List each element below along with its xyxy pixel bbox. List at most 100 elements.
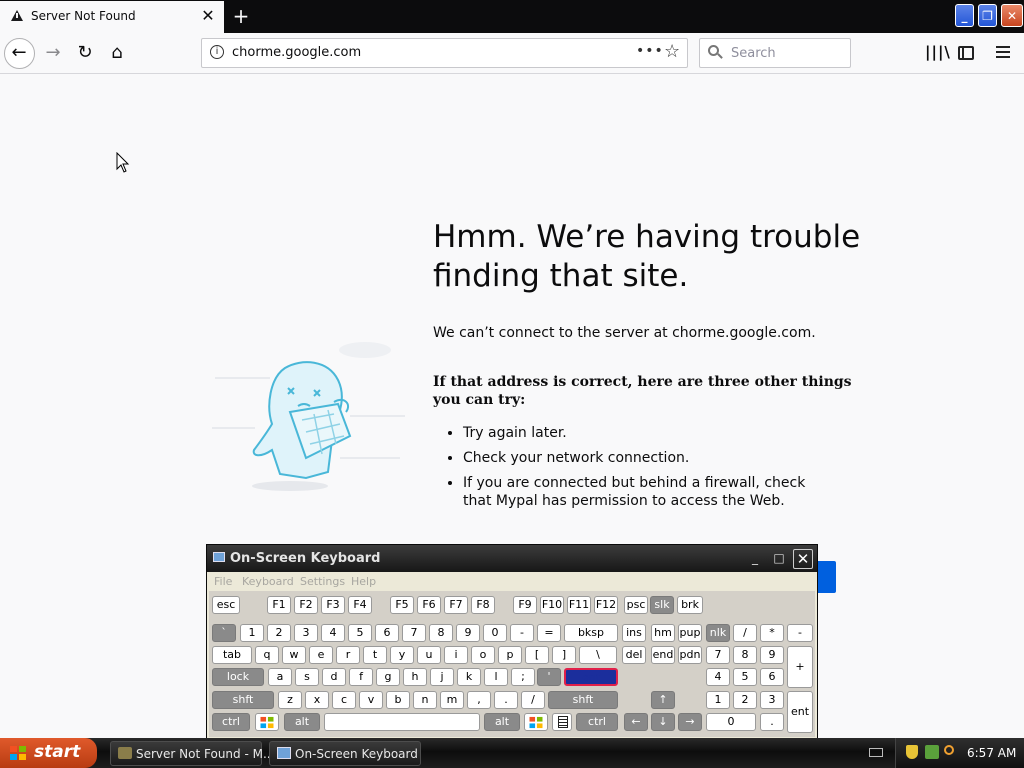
- osk-maximize-button[interactable]: □: [769, 549, 789, 569]
- osk-key-bksp[interactable]: bksp: [564, 624, 618, 642]
- osk-key-f10[interactable]: F10: [540, 596, 564, 614]
- osk-key-symbol[interactable]: =: [537, 624, 561, 642]
- reload-icon[interactable]: ↻: [74, 42, 96, 64]
- osk-key-symbol[interactable]: ': [537, 668, 561, 686]
- osk-minimize-button[interactable]: _: [745, 549, 765, 569]
- osk-key-t[interactable]: t: [363, 646, 387, 664]
- network-icon[interactable]: [925, 745, 939, 759]
- osk-key-p[interactable]: p: [498, 646, 522, 664]
- osk-key-1[interactable]: 1: [706, 691, 730, 709]
- osk-key-lock[interactable]: lock: [212, 668, 264, 686]
- osk-key-alt[interactable]: alt: [284, 713, 320, 731]
- osk-key-l[interactable]: l: [484, 668, 508, 686]
- osk-key-2[interactable]: 2: [267, 624, 291, 642]
- osk-key-4[interactable]: 4: [706, 668, 730, 686]
- osk-key-shft[interactable]: shft: [212, 691, 274, 709]
- osk-key-2[interactable]: 2: [733, 691, 757, 709]
- osk-key-n[interactable]: n: [413, 691, 437, 709]
- osk-key-f1[interactable]: F1: [267, 596, 291, 614]
- osk-menu-file[interactable]: File: [214, 575, 232, 588]
- osk-key-symbol[interactable]: ;: [511, 668, 535, 686]
- osk-key-symbol[interactable]: ↓: [651, 713, 675, 731]
- osk-menu-help[interactable]: Help: [351, 575, 376, 588]
- osk-key-g[interactable]: g: [376, 668, 400, 686]
- osk-menu-keyboard[interactable]: Keyboard: [242, 575, 294, 588]
- osk-key-slk[interactable]: slk: [650, 596, 674, 614]
- library-icon[interactable]: |||\: [925, 43, 950, 61]
- tab-close-icon[interactable]: ✕: [200, 6, 216, 26]
- osk-key-w[interactable]: w: [282, 646, 306, 664]
- osk-key-b[interactable]: b: [386, 691, 410, 709]
- osk-key-symbol[interactable]: `: [212, 624, 236, 642]
- osk-key-psc[interactable]: psc: [624, 596, 648, 614]
- osk-key-i[interactable]: i: [444, 646, 468, 664]
- magnifier-icon[interactable]: [944, 745, 954, 755]
- sidebar-icon[interactable]: [958, 46, 974, 60]
- osk-key-ins[interactable]: ins: [622, 624, 646, 642]
- osk-key-symbol[interactable]: \: [579, 646, 617, 664]
- osk-key-ctrl[interactable]: ctrl: [212, 713, 250, 731]
- osk-key-z[interactable]: z: [278, 691, 302, 709]
- osk-key-symbol[interactable]: -: [510, 624, 534, 642]
- osk-key-e[interactable]: e: [309, 646, 333, 664]
- bookmark-star-icon[interactable]: ☆: [664, 42, 684, 62]
- osk-key-v[interactable]: v: [359, 691, 383, 709]
- osk-key-symbol[interactable]: -: [787, 624, 813, 642]
- osk-key-hm[interactable]: hm: [651, 624, 675, 642]
- window-restore-button[interactable]: ❐: [978, 4, 997, 27]
- osk-key-x[interactable]: x: [305, 691, 329, 709]
- osk-key-symbol[interactable]: ←: [624, 713, 648, 731]
- osk-key-q[interactable]: q: [255, 646, 279, 664]
- osk-key-f7[interactable]: F7: [444, 596, 468, 614]
- osk-key-blank[interactable]: [324, 713, 480, 731]
- osk-key-ent[interactable]: ent: [787, 691, 813, 733]
- search-placeholder[interactable]: Search: [731, 46, 776, 61]
- security-shield-icon[interactable]: [906, 745, 918, 759]
- osk-key-4[interactable]: 4: [321, 624, 345, 642]
- osk-key-m[interactable]: m: [440, 691, 464, 709]
- osk-key-0[interactable]: 0: [483, 624, 507, 642]
- osk-key-9[interactable]: 9: [760, 646, 784, 664]
- osk-key-a[interactable]: a: [268, 668, 292, 686]
- osk-key-6[interactable]: 6: [375, 624, 399, 642]
- osk-key-1[interactable]: 1: [240, 624, 264, 642]
- osk-key-brk[interactable]: brk: [677, 596, 703, 614]
- osk-key-shft[interactable]: shft: [548, 691, 618, 709]
- url-text[interactable]: chorme.google.com: [232, 45, 361, 60]
- window-close-button[interactable]: ✕: [1001, 4, 1023, 27]
- osk-key-f9[interactable]: F9: [513, 596, 537, 614]
- osk-key-5[interactable]: 5: [348, 624, 372, 642]
- osk-key-symbol[interactable]: [: [525, 646, 549, 664]
- osk-key-ent[interactable]: ent: [564, 668, 618, 686]
- window-minimize-button[interactable]: _: [955, 4, 974, 27]
- osk-key-f2[interactable]: F2: [294, 596, 318, 614]
- osk-key-y[interactable]: y: [390, 646, 414, 664]
- osk-key-pdn[interactable]: pdn: [678, 646, 702, 664]
- osk-key-h[interactable]: h: [403, 668, 427, 686]
- osk-key-end[interactable]: end: [651, 646, 675, 664]
- osk-key-7[interactable]: 7: [402, 624, 426, 642]
- osk-key-tab[interactable]: tab: [212, 646, 252, 664]
- osk-key-esc[interactable]: esc: [212, 596, 240, 614]
- try-again-button[interactable]: [816, 561, 836, 593]
- osk-key-pup[interactable]: pup: [678, 624, 702, 642]
- osk-key-k[interactable]: k: [457, 668, 481, 686]
- osk-menu-settings[interactable]: Settings: [300, 575, 345, 588]
- keyboard-tray-icon[interactable]: [869, 748, 883, 757]
- forward-arrow-icon[interactable]: →: [42, 42, 64, 64]
- osk-key-9[interactable]: 9: [456, 624, 480, 642]
- osk-key-7[interactable]: 7: [706, 646, 730, 664]
- osk-key-8[interactable]: 8: [429, 624, 453, 642]
- osk-key-symbol[interactable]: ]: [552, 646, 576, 664]
- osk-key-6[interactable]: 6: [760, 668, 784, 686]
- osk-key-o[interactable]: o: [471, 646, 495, 664]
- hamburger-menu-icon[interactable]: [996, 45, 1012, 61]
- osk-key-8[interactable]: 8: [733, 646, 757, 664]
- osk-key-symbol[interactable]: *: [760, 624, 784, 642]
- osk-key-symbol[interactable]: .: [494, 691, 518, 709]
- osk-key-f11[interactable]: F11: [567, 596, 591, 614]
- osk-key-3[interactable]: 3: [760, 691, 784, 709]
- osk-key-5[interactable]: 5: [733, 668, 757, 686]
- osk-key-j[interactable]: j: [430, 668, 454, 686]
- osk-key-3[interactable]: 3: [294, 624, 318, 642]
